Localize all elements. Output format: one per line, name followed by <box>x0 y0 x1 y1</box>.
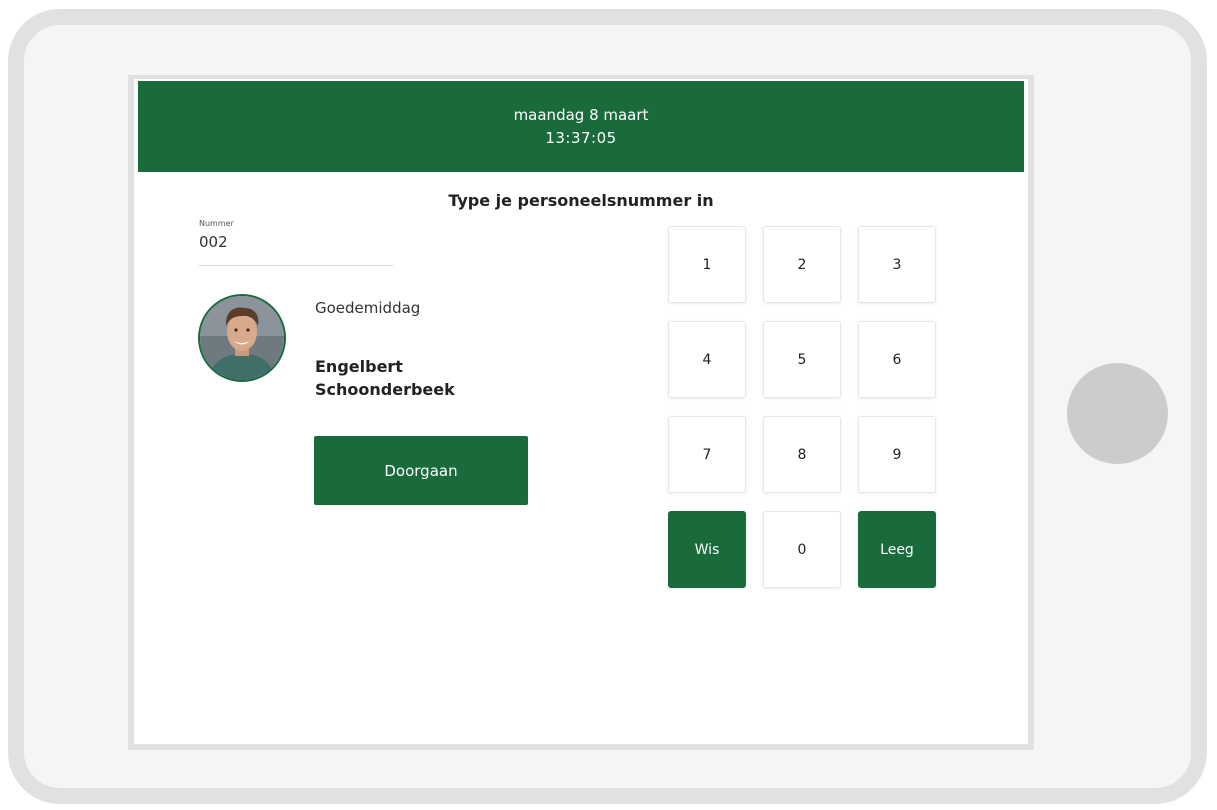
key-8[interactable]: 8 <box>763 416 841 493</box>
header-bar: maandag 8 maart 13:37:05 <box>138 81 1024 172</box>
key-1[interactable]: 1 <box>668 226 746 303</box>
key-6[interactable]: 6 <box>858 321 936 398</box>
screen <box>128 75 1034 750</box>
continue-button[interactable]: Doorgaan <box>314 436 528 505</box>
key-3[interactable]: 3 <box>858 226 936 303</box>
clear-button[interactable]: Wis <box>668 511 746 588</box>
user-photo-icon <box>200 296 284 380</box>
number-field: Nummer <box>199 219 393 266</box>
user-name: Engelbert Schoonderbeek <box>315 357 455 399</box>
greeting-text: Goedemiddag <box>315 299 421 317</box>
key-0[interactable]: 0 <box>763 511 841 588</box>
key-7[interactable]: 7 <box>668 416 746 493</box>
key-9[interactable]: 9 <box>858 416 936 493</box>
header-date: maandag 8 maart <box>513 106 649 124</box>
page-title: Type je personeelsnummer in <box>448 191 714 210</box>
key-5[interactable]: 5 <box>763 321 841 398</box>
avatar <box>198 294 286 382</box>
empty-button[interactable]: Leeg <box>858 511 936 588</box>
header-time: 13:37:05 <box>545 129 617 147</box>
number-input[interactable] <box>199 233 389 251</box>
home-button[interactable] <box>1067 363 1168 464</box>
key-4[interactable]: 4 <box>668 321 746 398</box>
number-field-label: Nummer <box>199 219 234 228</box>
key-2[interactable]: 2 <box>763 226 841 303</box>
